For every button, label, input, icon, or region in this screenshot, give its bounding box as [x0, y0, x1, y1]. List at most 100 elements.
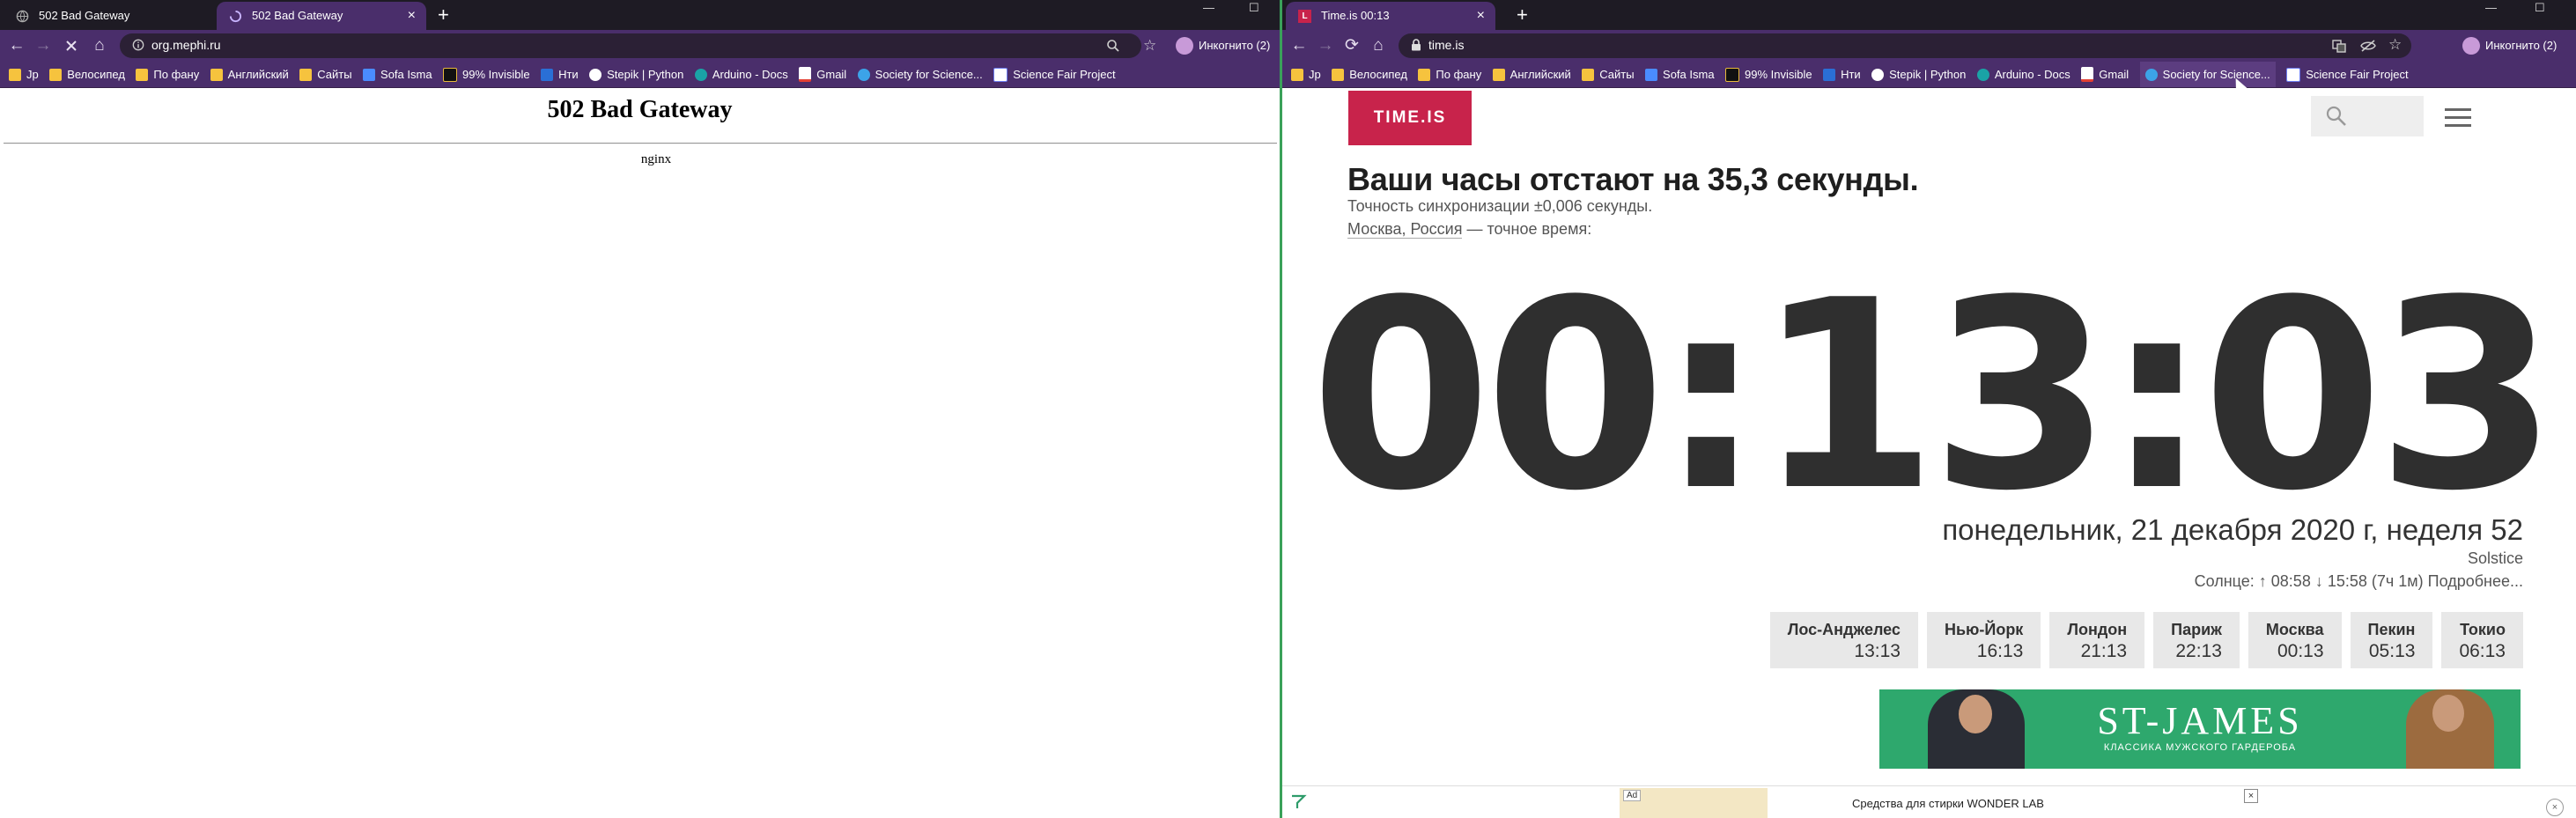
address-toolbar: ← → ⌂ org.mephi.ru ☆ Инкогнито (2) [0, 30, 1280, 62]
sofa-isma-icon [1645, 68, 1658, 81]
tab-timeis[interactable]: L Time.is 00:13 × [1286, 2, 1495, 30]
address-bar[interactable]: time.is ☆ [1399, 33, 2411, 58]
bookmark-sites[interactable]: Сайты [1582, 62, 1635, 87]
world-clocks: Лос-Анджелес 13:13 Нью-Йорк 16:13 Лондон 21… [1761, 612, 2523, 668]
bookmark-society-science[interactable]: Society for Science... [2139, 62, 2276, 87]
ad-provider-icon[interactable] [1289, 793, 1307, 811]
sync-accuracy: Точность синхронизации ±0,006 секунды. [1347, 197, 1653, 215]
bookmark-english[interactable]: Английский [1492, 62, 1571, 87]
bookmark-sofa-isma[interactable]: Sofa Isma [1645, 62, 1715, 87]
bookmark-society-science[interactable]: Society for Science... [857, 62, 983, 87]
bookmark-bicycle[interactable]: Велосипед [49, 62, 125, 87]
bookmark-gmail[interactable]: Gmail [2081, 62, 2129, 87]
city-clock[interactable]: Париж 22:13 [2153, 612, 2240, 668]
ad-thumbnail[interactable]: Ad [1620, 788, 1768, 818]
menu-hamburger-icon[interactable] [2445, 108, 2471, 132]
nti-icon [1823, 68, 1836, 81]
sofa-isma-icon [363, 68, 376, 81]
tab-502-active[interactable]: 502 Bad Gateway × [217, 2, 426, 30]
home-button[interactable]: ⌂ [1369, 36, 1388, 55]
bookmark-gmail[interactable]: Gmail [799, 62, 846, 87]
city-clock[interactable]: Пекин 05:13 [2350, 612, 2433, 668]
bookmark-jp[interactable]: Jp [9, 62, 39, 87]
translate-icon[interactable] [2332, 39, 2346, 53]
ad-brand: ST-JAMES [2097, 699, 2303, 742]
forward-button[interactable]: → [1316, 36, 1335, 55]
sun-times[interactable]: Солнце: ↑ 08:58 ↓ 15:58 (7ч 1м) Подробне… [2195, 572, 2523, 591]
ad-text[interactable]: Средства для стирки WONDER LAB [1852, 797, 2044, 810]
maximize-icon[interactable]: ☐ [1249, 0, 1259, 18]
bookmark-star-icon[interactable]: ☆ [1143, 36, 1156, 55]
science-fair-icon [993, 67, 1008, 82]
new-tab-button[interactable]: + [438, 2, 449, 28]
reload-button[interactable]: ⟳ [1342, 36, 1362, 55]
city-clock[interactable]: Москва 00:13 [2248, 612, 2342, 668]
back-button[interactable]: ← [1289, 36, 1309, 55]
bookmark-sofa-isma[interactable]: Sofa Isma [363, 62, 432, 87]
society-science-icon [2144, 68, 2158, 81]
bookmark-stepik[interactable]: Stepik | Python [1871, 62, 1966, 87]
tracking-blocked-eye-icon[interactable] [2360, 39, 2376, 53]
close-tab-icon[interactable]: × [1477, 2, 1485, 30]
bottom-ad-bar[interactable]: Ad Средства для стирки WONDER LAB × × [1282, 785, 2576, 818]
location-line: Москва, Россия — точное время: [1347, 220, 1591, 239]
home-button[interactable]: ⌂ [90, 36, 109, 55]
location-link[interactable]: Москва, Россия [1347, 220, 1463, 239]
url-text[interactable]: org.mephi.ru [151, 38, 221, 52]
bookmark-nti[interactable]: Нти [1823, 62, 1861, 87]
bookmark-99-invisible[interactable]: 99% Invisible [1725, 62, 1812, 87]
minimize-icon[interactable]: — [2485, 0, 2497, 18]
minimize-icon[interactable]: — [1203, 0, 1214, 18]
bookmark-bicycle[interactable]: Велосипед [1332, 62, 1407, 87]
back-button[interactable]: ← [7, 36, 26, 55]
gmail-icon [2081, 67, 2094, 83]
search-icon[interactable] [1106, 39, 1120, 53]
loading-spinner-icon [229, 10, 242, 23]
folder-icon [1492, 68, 1505, 81]
address-bar[interactable]: org.mephi.ru [120, 33, 1141, 58]
search-box[interactable] [2311, 96, 2424, 136]
lock-icon[interactable] [1411, 39, 1421, 51]
event-label[interactable]: Solstice [2468, 549, 2523, 568]
bookmark-arduino[interactable]: Arduino - Docs [694, 62, 788, 87]
incognito-profile[interactable]: Инкогнито (2) [2462, 36, 2557, 55]
99-invisible-icon [1725, 67, 1740, 82]
bookmark-fun[interactable]: По фану [1418, 62, 1481, 87]
bookmark-fun[interactable]: По фану [136, 62, 199, 87]
forward-button[interactable]: → [33, 36, 53, 55]
bookmark-english[interactable]: Английский [210, 62, 289, 87]
maximize-icon[interactable]: ☐ [2535, 0, 2545, 18]
bookmark-science-fair[interactable]: Science Fair Project [2286, 62, 2409, 87]
incognito-avatar-icon [2462, 36, 2480, 55]
tab-502-first[interactable]: 502 Bad Gateway [4, 2, 213, 30]
profile-label: Инкогнито (2) [1199, 39, 1271, 52]
bookmark-sites[interactable]: Сайты [299, 62, 352, 87]
city-clock[interactable]: Лондон 21:13 [2049, 612, 2145, 668]
incognito-profile[interactable]: Инкогнито (2) [1176, 36, 1270, 55]
close-tab-icon[interactable]: × [408, 2, 416, 30]
folder-icon [210, 68, 223, 81]
bookmark-science-fair[interactable]: Science Fair Project [993, 62, 1116, 87]
timeis-logo[interactable]: TIME.IS [1348, 91, 1472, 145]
bookmark-99-invisible[interactable]: 99% Invisible [443, 62, 530, 87]
ad-close-circle-icon[interactable]: × [2546, 799, 2564, 816]
city-clock[interactable]: Токио 06:13 [2441, 612, 2523, 668]
timeis-favicon-icon: L [1298, 10, 1311, 23]
url-text[interactable]: time.is [1428, 38, 1464, 52]
city-clock[interactable]: Нью-Йорк 16:13 [1926, 612, 2041, 668]
stepik-icon [589, 68, 602, 81]
stop-loading-icon[interactable] [62, 36, 81, 55]
new-tab-button[interactable]: + [1517, 2, 1528, 28]
city-clock[interactable]: Лос-Анджелес 13:13 [1769, 612, 1918, 668]
bookmark-nti[interactable]: Нти [541, 62, 579, 87]
bookmark-arduino[interactable]: Arduino - Docs [1976, 62, 2070, 87]
bookmark-jp[interactable]: Jp [1291, 62, 1321, 87]
bookmark-star-icon[interactable]: ☆ [2388, 36, 2402, 54]
info-icon[interactable] [132, 39, 144, 51]
bookmark-stepik[interactable]: Stepik | Python [589, 62, 683, 87]
ad-banner-st-james[interactable]: ST-JAMES КЛАССИКА МУЖСКОГО ГАРДЕРОБА [1879, 689, 2521, 769]
incognito-avatar-icon [1176, 36, 1193, 55]
ad-close-icon[interactable]: × [2244, 789, 2258, 803]
stepik-icon [1871, 68, 1885, 81]
current-date: понедельник, 21 декабря 2020 г, неделя 5… [1942, 513, 2523, 546]
